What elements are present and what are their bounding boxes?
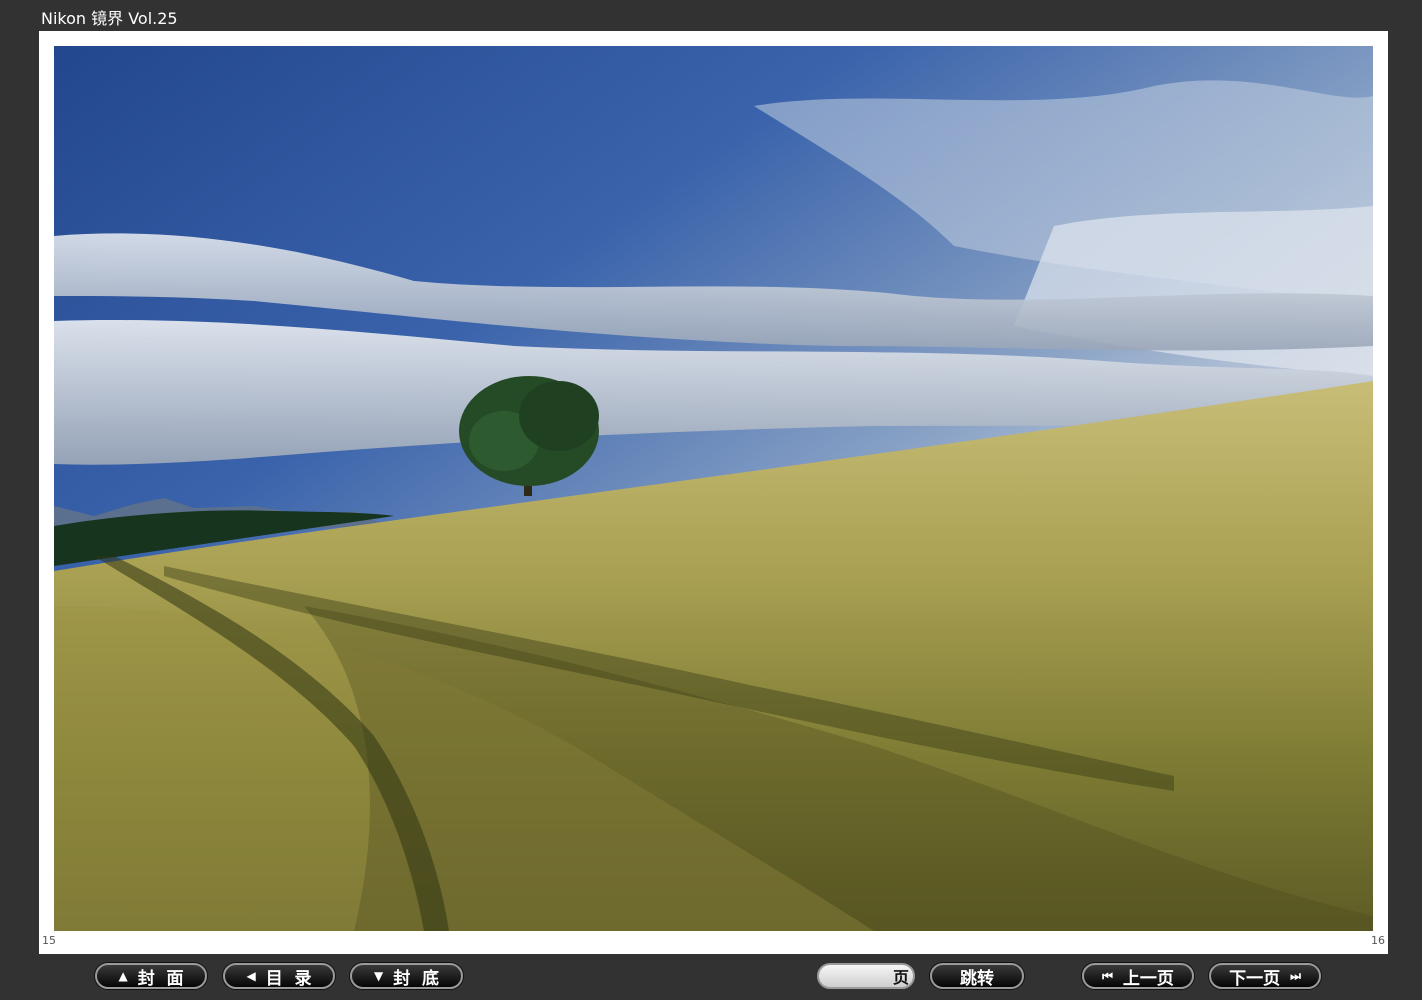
- toc-button-label: 目 录: [265, 968, 312, 989]
- skip-back-icon: ⏮: [1102, 968, 1113, 983]
- next-page-button[interactable]: 下一页 ⏭: [1209, 963, 1321, 989]
- left-triangle-icon: ◀: [246, 969, 256, 983]
- app-title: Nikon 镜界 Vol.25: [41, 9, 178, 28]
- cover-button-label: 封 面: [137, 968, 184, 989]
- page-number-input[interactable]: [827, 965, 891, 987]
- magazine-spread: 15 16: [39, 31, 1388, 954]
- page-number-left: 15: [42, 934, 56, 947]
- prev-page-label: 上一页: [1122, 968, 1174, 989]
- landscape-photo: [54, 46, 1373, 931]
- cover-button[interactable]: ▲ 封 面: [95, 963, 207, 989]
- prev-page-button[interactable]: ⏮ 上一页: [1082, 963, 1194, 989]
- page-number-field[interactable]: 页: [817, 963, 915, 989]
- page-suffix-label: 页: [893, 968, 910, 987]
- back-cover-button[interactable]: ▼ 封 底: [350, 963, 463, 989]
- page-number-right: 16: [1371, 934, 1385, 947]
- back-cover-button-label: 封 底: [393, 968, 440, 989]
- up-triangle-icon: ▲: [118, 969, 128, 983]
- next-page-label: 下一页: [1229, 968, 1281, 989]
- skip-forward-icon: ⏭: [1290, 968, 1301, 983]
- toc-button[interactable]: ◀ 目 录: [223, 963, 335, 989]
- down-triangle-icon: ▼: [373, 969, 384, 983]
- jump-button[interactable]: 跳转: [930, 963, 1024, 989]
- jump-button-label: 跳转: [960, 968, 994, 989]
